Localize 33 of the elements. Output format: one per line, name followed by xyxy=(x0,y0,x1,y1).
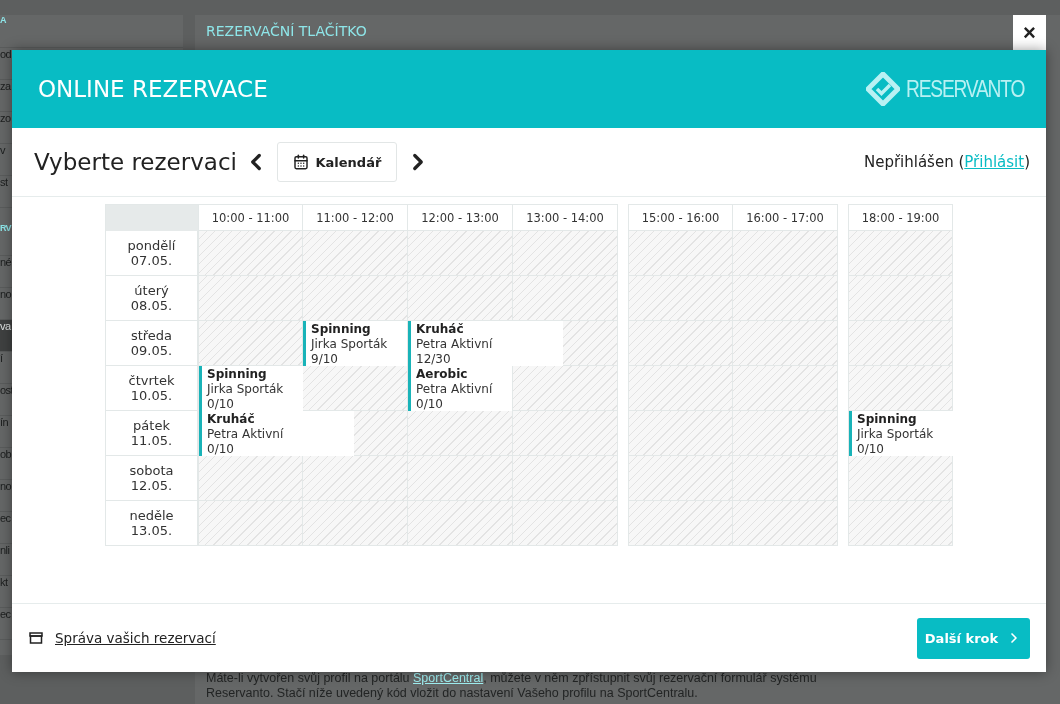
calendar-icon xyxy=(292,154,309,170)
time-header: 15:00 - 16:00 xyxy=(628,204,733,231)
day-label: středa 09.05. xyxy=(105,321,198,366)
page-heading: Vyberte rezervaci xyxy=(34,149,237,175)
day-label: sobota 12.05. xyxy=(105,456,198,501)
manage-reservations-link[interactable]: Správa vašich rezervací xyxy=(29,630,216,646)
close-button[interactable]: × xyxy=(1013,15,1046,50)
day-label: úterý 08.05. xyxy=(105,276,198,321)
time-header: 13:00 - 14:00 xyxy=(513,204,618,231)
logo-icon xyxy=(866,72,901,106)
event-card[interactable]: Spinning Jirka Sporták 0/10 xyxy=(199,366,303,411)
day-label: neděle 13.05. xyxy=(105,501,198,546)
day-label: pátek 11.05. xyxy=(105,411,198,456)
login-status: Nepřihlášen (Přihlásit) xyxy=(863,153,1030,171)
paragraph: Máte-li vytvořen svůj profil na portálu SportCentral, můžete v něm zpřístupnit svůj rezervační formulář systému Reservanto. Stačí níže uvedený kód vložit do nastavení Vašeho profilu na SportCentralu. xyxy=(206,671,818,701)
event-card[interactable]: Spinning Jirka Sporták 9/10 xyxy=(303,321,407,366)
modal-title: ONLINE REZERVACE xyxy=(38,76,268,102)
day-label: pondělí 07.05. xyxy=(105,231,198,276)
sidebar-heading: A xyxy=(0,15,183,48)
day-label: čtvrtek 10.05. xyxy=(105,366,198,411)
logo-text: RESERVANTO xyxy=(906,75,1025,103)
time-header: 16:00 - 17:00 xyxy=(733,204,838,231)
time-header: 10:00 - 11:00 xyxy=(198,204,303,231)
time-header: 18:00 - 19:00 xyxy=(848,204,953,231)
time-header: 11:00 - 12:00 xyxy=(303,204,408,231)
box-icon xyxy=(29,632,43,644)
event-card[interactable]: Kruháč Petra Aktivní 0/10 xyxy=(199,411,354,456)
calendar-view-button[interactable]: Kalendář xyxy=(276,142,397,182)
time-header: 12:00 - 13:00 xyxy=(408,204,513,231)
event-card[interactable]: Aerobic Petra Aktivní 0/10 xyxy=(408,366,512,411)
event-card[interactable]: Kruháč Petra Aktivní 12/30 xyxy=(408,321,563,366)
section-heading: REZERVAČNÍ TLAČÍTKO xyxy=(206,23,367,39)
event-card[interactable]: Spinning Jirka Sporták 0/10 xyxy=(849,411,953,456)
